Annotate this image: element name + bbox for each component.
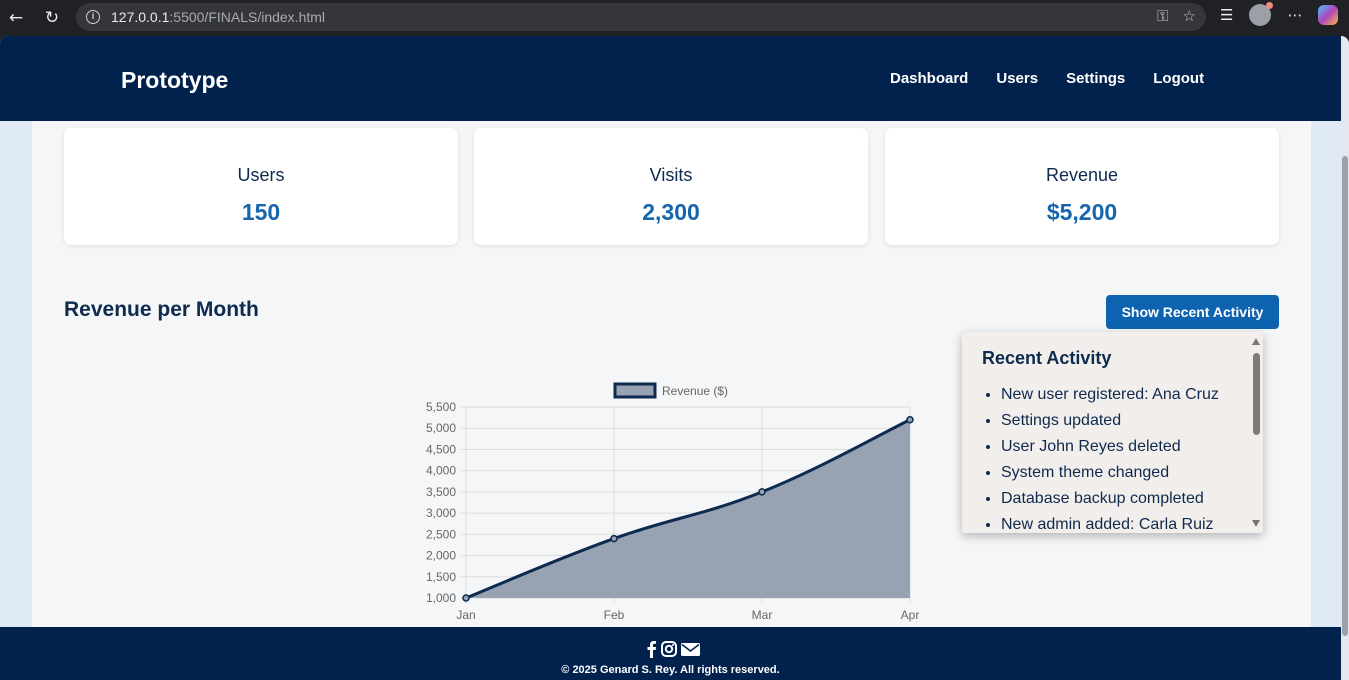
nav-users[interactable]: Users	[996, 70, 1038, 87]
dashboard-content: Users 150 Visits 2,300 Revenue $5,200 Re…	[32, 121, 1311, 627]
stat-label: Visits	[649, 165, 693, 185]
nav-logout[interactable]: Logout	[1153, 70, 1204, 87]
stat-value: 2,300	[642, 199, 700, 225]
stat-value: $5,200	[1046, 199, 1118, 225]
data-point	[906, 415, 914, 424]
activity-title: Recent Activity	[982, 348, 1112, 368]
social-links	[645, 640, 700, 663]
revenue-chart: 1,000 1,500 2,000 2,500 3,000 3,500 4,000 4,500…	[426, 382, 920, 622]
y-tick-label: 1,000	[426, 591, 456, 605]
site-footer: © 2025 Genard S. Rey. All rights reserve…	[0, 627, 1341, 680]
site-header: Prototype Dashboard Users Settings Logou…	[0, 36, 1341, 121]
url-path: :5500/FINALS/index.html	[169, 9, 326, 25]
page-scroll-thumb[interactable]	[1342, 156, 1348, 636]
scroll-down-icon[interactable]	[1252, 520, 1260, 527]
address-bar[interactable]: i 127.0.0.1:5500/FINALS/index.html ⚿ ☆	[76, 3, 1206, 31]
favorites-icon[interactable]: ☰	[1220, 6, 1233, 24]
site-info-icon[interactable]: i	[86, 10, 100, 24]
list-item: Settings updated	[1001, 411, 1219, 437]
stat-value: 150	[241, 199, 281, 225]
facebook-icon[interactable]	[645, 640, 657, 663]
y-tick-label: 3,000	[426, 506, 456, 520]
copilot-icon[interactable]	[1318, 5, 1339, 25]
section-title: Revenue per Month	[64, 298, 259, 321]
stat-card-users: Users 150	[64, 128, 458, 245]
y-tick-label: 5,500	[426, 400, 456, 414]
data-point	[758, 488, 766, 496]
legend-swatch	[613, 382, 657, 399]
y-tick-label: 1,500	[426, 570, 456, 584]
y-tick-label: 2,000	[426, 549, 456, 563]
star-icon[interactable]: ☆	[1183, 7, 1196, 25]
scroll-up-icon[interactable]	[1252, 338, 1260, 345]
nav-dashboard[interactable]: Dashboard	[890, 70, 968, 87]
scroll-thumb[interactable]	[1253, 353, 1260, 435]
y-tick-label: 5,000	[426, 421, 456, 435]
nav-settings[interactable]: Settings	[1066, 70, 1125, 87]
x-tick-label: Apr	[901, 608, 920, 622]
profile-avatar[interactable]	[1249, 2, 1274, 26]
y-tick-label: 2,500	[426, 527, 456, 541]
recent-activity-popup[interactable]: Recent Activity New user registered: Ana…	[962, 332, 1263, 533]
list-item: Database backup completed	[1001, 489, 1219, 515]
envelope-icon[interactable]	[681, 642, 700, 662]
stat-card-visits: Visits 2,300	[474, 128, 868, 245]
instagram-icon[interactable]	[661, 641, 677, 662]
browser-toolbar: ← ↻ i 127.0.0.1:5500/FINALS/index.html ⚿…	[0, 0, 1349, 36]
reload-icon[interactable]: ↻	[39, 5, 65, 31]
activity-list: New user registered: Ana Cruz Settings u…	[1001, 385, 1219, 533]
more-menu-icon[interactable]: ⋯	[1287, 6, 1302, 24]
stat-card-revenue: Revenue $5,200	[885, 128, 1279, 245]
page-scrollbar[interactable]	[1341, 36, 1349, 680]
stat-label: Users	[237, 165, 285, 185]
list-item: User John Reyes deleted	[1001, 437, 1219, 463]
url-host: 127.0.0.1	[111, 9, 170, 25]
activity-scrollbar[interactable]	[1249, 332, 1263, 533]
back-icon[interactable]: ←	[3, 5, 29, 31]
key-icon[interactable]: ⚿	[1157, 7, 1168, 25]
legend-label: Revenue ($)	[662, 384, 728, 398]
copyright-text: © 2025 Genard S. Rey. All rights reserve…	[561, 664, 780, 676]
y-tick-label: 3,500	[426, 485, 456, 499]
x-tick-label: Jan	[456, 608, 475, 622]
show-recent-activity-button[interactable]: Show Recent Activity	[1106, 295, 1279, 329]
x-tick-label: Mar	[752, 608, 773, 622]
url-text: 127.0.0.1:5500/FINALS/index.html	[111, 9, 325, 25]
x-tick-label: Feb	[604, 608, 625, 622]
list-item: New user registered: Ana Cruz	[1001, 385, 1219, 411]
data-point	[610, 534, 618, 543]
page-viewport: Prototype Dashboard Users Settings Logou…	[0, 36, 1349, 680]
list-item: System theme changed	[1001, 463, 1219, 489]
y-tick-label: 4,500	[426, 442, 456, 456]
main-nav: Dashboard Users Settings Logout	[890, 70, 1204, 87]
stat-label: Revenue	[1045, 165, 1119, 185]
list-item: New admin added: Carla Ruiz	[1001, 515, 1219, 533]
y-tick-label: 4,000	[426, 464, 456, 478]
logo: Prototype	[121, 67, 229, 93]
data-point	[462, 594, 470, 602]
